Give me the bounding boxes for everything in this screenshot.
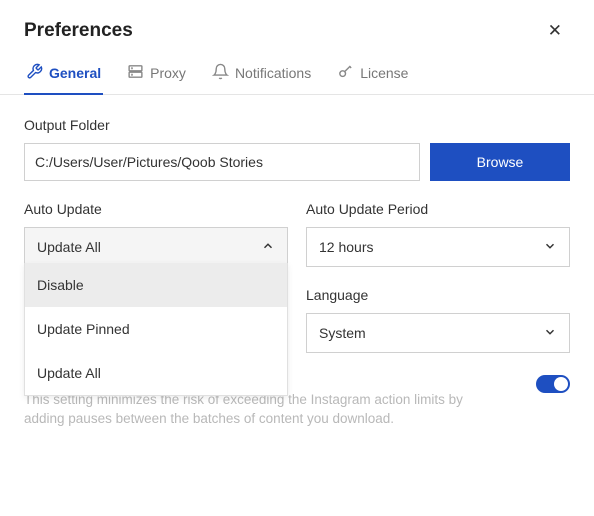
tab-license[interactable]: License	[335, 55, 410, 95]
tabs-bar: General Proxy Notifications License	[0, 51, 594, 95]
chevron-down-icon	[543, 325, 557, 342]
key-icon	[337, 63, 354, 83]
bell-icon	[212, 63, 229, 83]
safe-mode-toggle[interactable]	[536, 375, 570, 393]
wrench-icon	[26, 63, 43, 83]
dialog-title: Preferences	[24, 20, 133, 42]
tab-notifications[interactable]: Notifications	[210, 55, 313, 95]
tab-label: Notifications	[235, 65, 311, 81]
browse-button[interactable]: Browse	[430, 143, 570, 181]
chevron-up-icon	[261, 239, 275, 256]
select-value: Update All	[37, 239, 101, 255]
close-icon[interactable]: ✕	[544, 18, 566, 43]
tab-label: Proxy	[150, 65, 186, 81]
tab-label: General	[49, 65, 101, 81]
tab-general[interactable]: General	[24, 55, 103, 95]
tab-proxy[interactable]: Proxy	[125, 55, 188, 95]
language-label: Language	[306, 287, 570, 303]
select-value: 12 hours	[319, 239, 373, 255]
tab-label: License	[360, 65, 408, 81]
dropdown-item-update-all[interactable]: Update All	[25, 351, 287, 395]
dropdown-item-disable[interactable]: Disable	[25, 263, 287, 307]
chevron-down-icon	[543, 239, 557, 256]
select-value: System	[319, 325, 366, 341]
safe-mode-description: This setting minimizes the risk of excee…	[24, 391, 484, 429]
dropdown-item-update-pinned[interactable]: Update Pinned	[25, 307, 287, 351]
auto-update-dropdown: Disable Update Pinned Update All	[24, 263, 288, 396]
output-folder-input[interactable]	[24, 143, 420, 181]
auto-update-period-label: Auto Update Period	[306, 201, 570, 217]
auto-update-select[interactable]: Update All	[24, 227, 288, 267]
auto-update-period-select[interactable]: 12 hours	[306, 227, 570, 267]
auto-update-label: Auto Update	[24, 201, 288, 217]
server-icon	[127, 63, 144, 83]
language-select[interactable]: System	[306, 313, 570, 353]
output-folder-label: Output Folder	[24, 117, 570, 133]
